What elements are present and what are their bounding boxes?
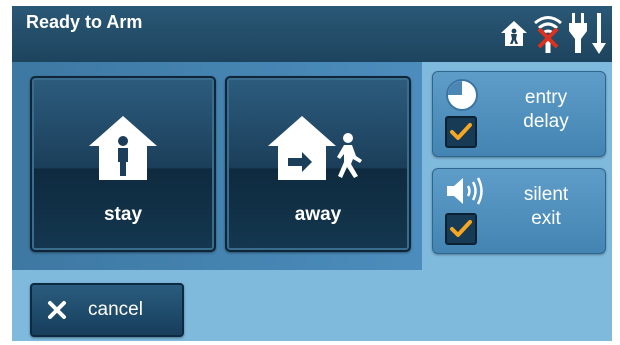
arm-mode-panel: stay away <box>12 62 422 270</box>
status-icons <box>500 10 606 60</box>
home-person-icon <box>500 18 528 53</box>
away-button[interactable]: away <box>225 76 411 252</box>
silent-exit-label: silent exit <box>523 184 569 229</box>
house-walk-out-icon <box>227 114 409 182</box>
cancel-label: cancel <box>88 299 143 320</box>
arm-screen: Ready to Arm stay away entry delay silen… <box>12 6 612 341</box>
clock-icon <box>445 78 479 117</box>
wifi-off-icon <box>532 11 564 60</box>
power-plug-icon <box>568 11 588 60</box>
house-person-icon <box>32 114 214 182</box>
silent-exit-checkbox[interactable] <box>445 213 477 245</box>
silent-exit-toggle[interactable]: silent exit <box>432 168 606 254</box>
away-label: away <box>294 204 342 225</box>
arm-settings-panel: entry delay silent exit <box>422 62 612 270</box>
entry-delay-checkbox[interactable] <box>445 116 477 148</box>
stay-button[interactable]: stay <box>30 76 216 252</box>
page-title: Ready to Arm <box>26 12 143 32</box>
close-icon <box>46 299 68 326</box>
entry-delay-toggle[interactable]: entry delay <box>432 71 606 157</box>
cancel-button[interactable]: cancel <box>30 283 184 337</box>
stay-label: stay <box>103 204 143 225</box>
footer-bar: cancel <box>12 270 612 341</box>
status-header: Ready to Arm <box>12 6 612 62</box>
entry-delay-label: entry delay <box>523 87 569 132</box>
checkmark-icon <box>450 220 472 237</box>
down-arrow-icon <box>592 11 606 60</box>
checkmark-icon <box>450 123 472 140</box>
speaker-icon <box>445 175 485 212</box>
